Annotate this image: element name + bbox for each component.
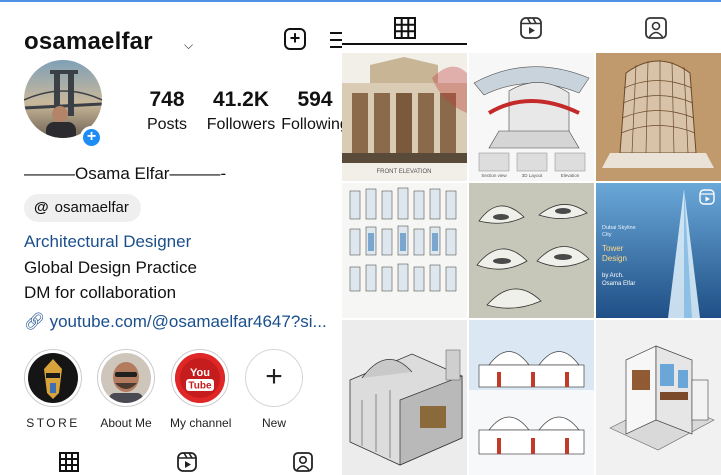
bio-line-1: Global Design Practice xyxy=(24,258,197,277)
post-overlay-by: by Arch. xyxy=(602,273,624,279)
reels-icon[interactable] xyxy=(519,16,543,40)
highlight-new[interactable]: + New xyxy=(244,349,304,430)
highlight-about-cover xyxy=(101,353,151,403)
youtube-icon: You Tube xyxy=(175,353,225,403)
post-tile-building-cutaway[interactable] xyxy=(342,320,467,475)
chevron-down-icon[interactable]: ⌵ xyxy=(184,38,193,53)
posts-label: Posts xyxy=(146,116,187,133)
post-overlay-line: Dubai Skyline xyxy=(602,225,636,231)
threads-icon: @ xyxy=(34,199,49,216)
post-overlay-title: Design xyxy=(602,254,627,263)
post-tile-pavilion-sketches[interactable] xyxy=(469,183,594,318)
youtube-badge-bottom: Tube xyxy=(188,381,212,392)
grid-icon[interactable] xyxy=(58,451,80,473)
followers-stat[interactable]: 41.2K Followers xyxy=(206,88,276,134)
reels-icon[interactable] xyxy=(176,451,198,473)
post-label: 3D Layout xyxy=(522,173,543,178)
followers-count: 41.2K xyxy=(212,88,270,111)
highlight-store-ring xyxy=(24,349,82,407)
tagged-icon[interactable] xyxy=(292,451,314,473)
profile-panel: osamaelfar ⌵ + + 748 Posts 41.2K Followe… xyxy=(0,2,342,475)
posts-grid-panel: FRONT ELEVATION Section view 3D Layout E… xyxy=(342,2,721,475)
tagged-icon[interactable] xyxy=(644,16,668,40)
highlight-about-ring xyxy=(97,349,155,407)
highlight-new-label: New xyxy=(261,416,286,430)
highlight-store-label: STORE xyxy=(26,416,80,430)
posts-stat[interactable]: 748 Posts xyxy=(141,88,193,134)
post-overlay-line: City xyxy=(602,232,612,238)
new-highlight-plus-icon: + xyxy=(245,349,303,407)
following-stat[interactable]: 594 Following xyxy=(280,88,342,134)
hamburger-menu-icon[interactable] xyxy=(330,32,342,53)
post-tile-front-elevation[interactable]: FRONT ELEVATION xyxy=(342,53,467,181)
display-name: ———Osama Elfar———- xyxy=(24,164,227,183)
post-label: Section view xyxy=(481,173,507,178)
post-overlay-title: Tower xyxy=(602,244,624,253)
highlight-store[interactable]: STORE xyxy=(23,349,83,430)
bio-link-text: youtube.com/@osamaelfar4647?si... xyxy=(49,312,327,331)
post-tile-section-drawings[interactable] xyxy=(469,320,594,475)
post-tile-tower-design-reel[interactable]: Dubai Skyline City Tower Design by Arch.… xyxy=(596,183,721,318)
following-label: Following xyxy=(281,116,342,133)
highlight-store-cover xyxy=(28,353,78,403)
threads-handle: osamaelfar xyxy=(54,199,129,216)
youtube-badge-top: You xyxy=(190,367,210,379)
highlight-channel-label: My channel xyxy=(170,416,232,430)
highlight-my-channel[interactable]: You Tube My channel xyxy=(170,349,232,430)
reel-badge-icon xyxy=(699,189,715,205)
bio-line-2: DM for collaboration xyxy=(24,283,177,302)
active-tab-indicator xyxy=(342,43,467,45)
grid-icon[interactable] xyxy=(393,16,417,40)
highlight-about-me[interactable]: About Me xyxy=(96,349,156,430)
username[interactable]: osamaelfar xyxy=(24,28,153,56)
threads-badge[interactable]: @ osamaelfar xyxy=(24,194,141,222)
post-overlay-author: Osama Elfar xyxy=(602,281,635,287)
add-story-icon[interactable]: + xyxy=(80,126,103,149)
following-count: 594 xyxy=(297,88,333,111)
highlight-channel-ring: You Tube xyxy=(171,349,229,407)
profile-header: osamaelfar ⌵ + xyxy=(24,26,342,60)
followers-label: Followers xyxy=(206,116,276,133)
post-tile-modern-house[interactable] xyxy=(596,320,721,475)
post-tile-stadium-section[interactable]: Section view 3D Layout Elevation xyxy=(469,53,594,181)
link-icon: 🔗︎ xyxy=(24,312,46,331)
plus-square-icon[interactable]: + xyxy=(284,28,306,50)
post-tile-parametric-tower[interactable] xyxy=(596,53,721,181)
post-caption: FRONT ELEVATION xyxy=(376,169,431,175)
bio-category[interactable]: Architectural Designer xyxy=(24,232,191,252)
highlight-about-label: About Me xyxy=(100,416,152,430)
post-tile-tower-sketches[interactable] xyxy=(342,183,467,318)
post-label: Elevation xyxy=(561,173,580,178)
bio-link[interactable]: 🔗︎ youtube.com/@osamaelfar4647?si... xyxy=(24,312,327,332)
posts-count: 748 xyxy=(149,88,185,111)
